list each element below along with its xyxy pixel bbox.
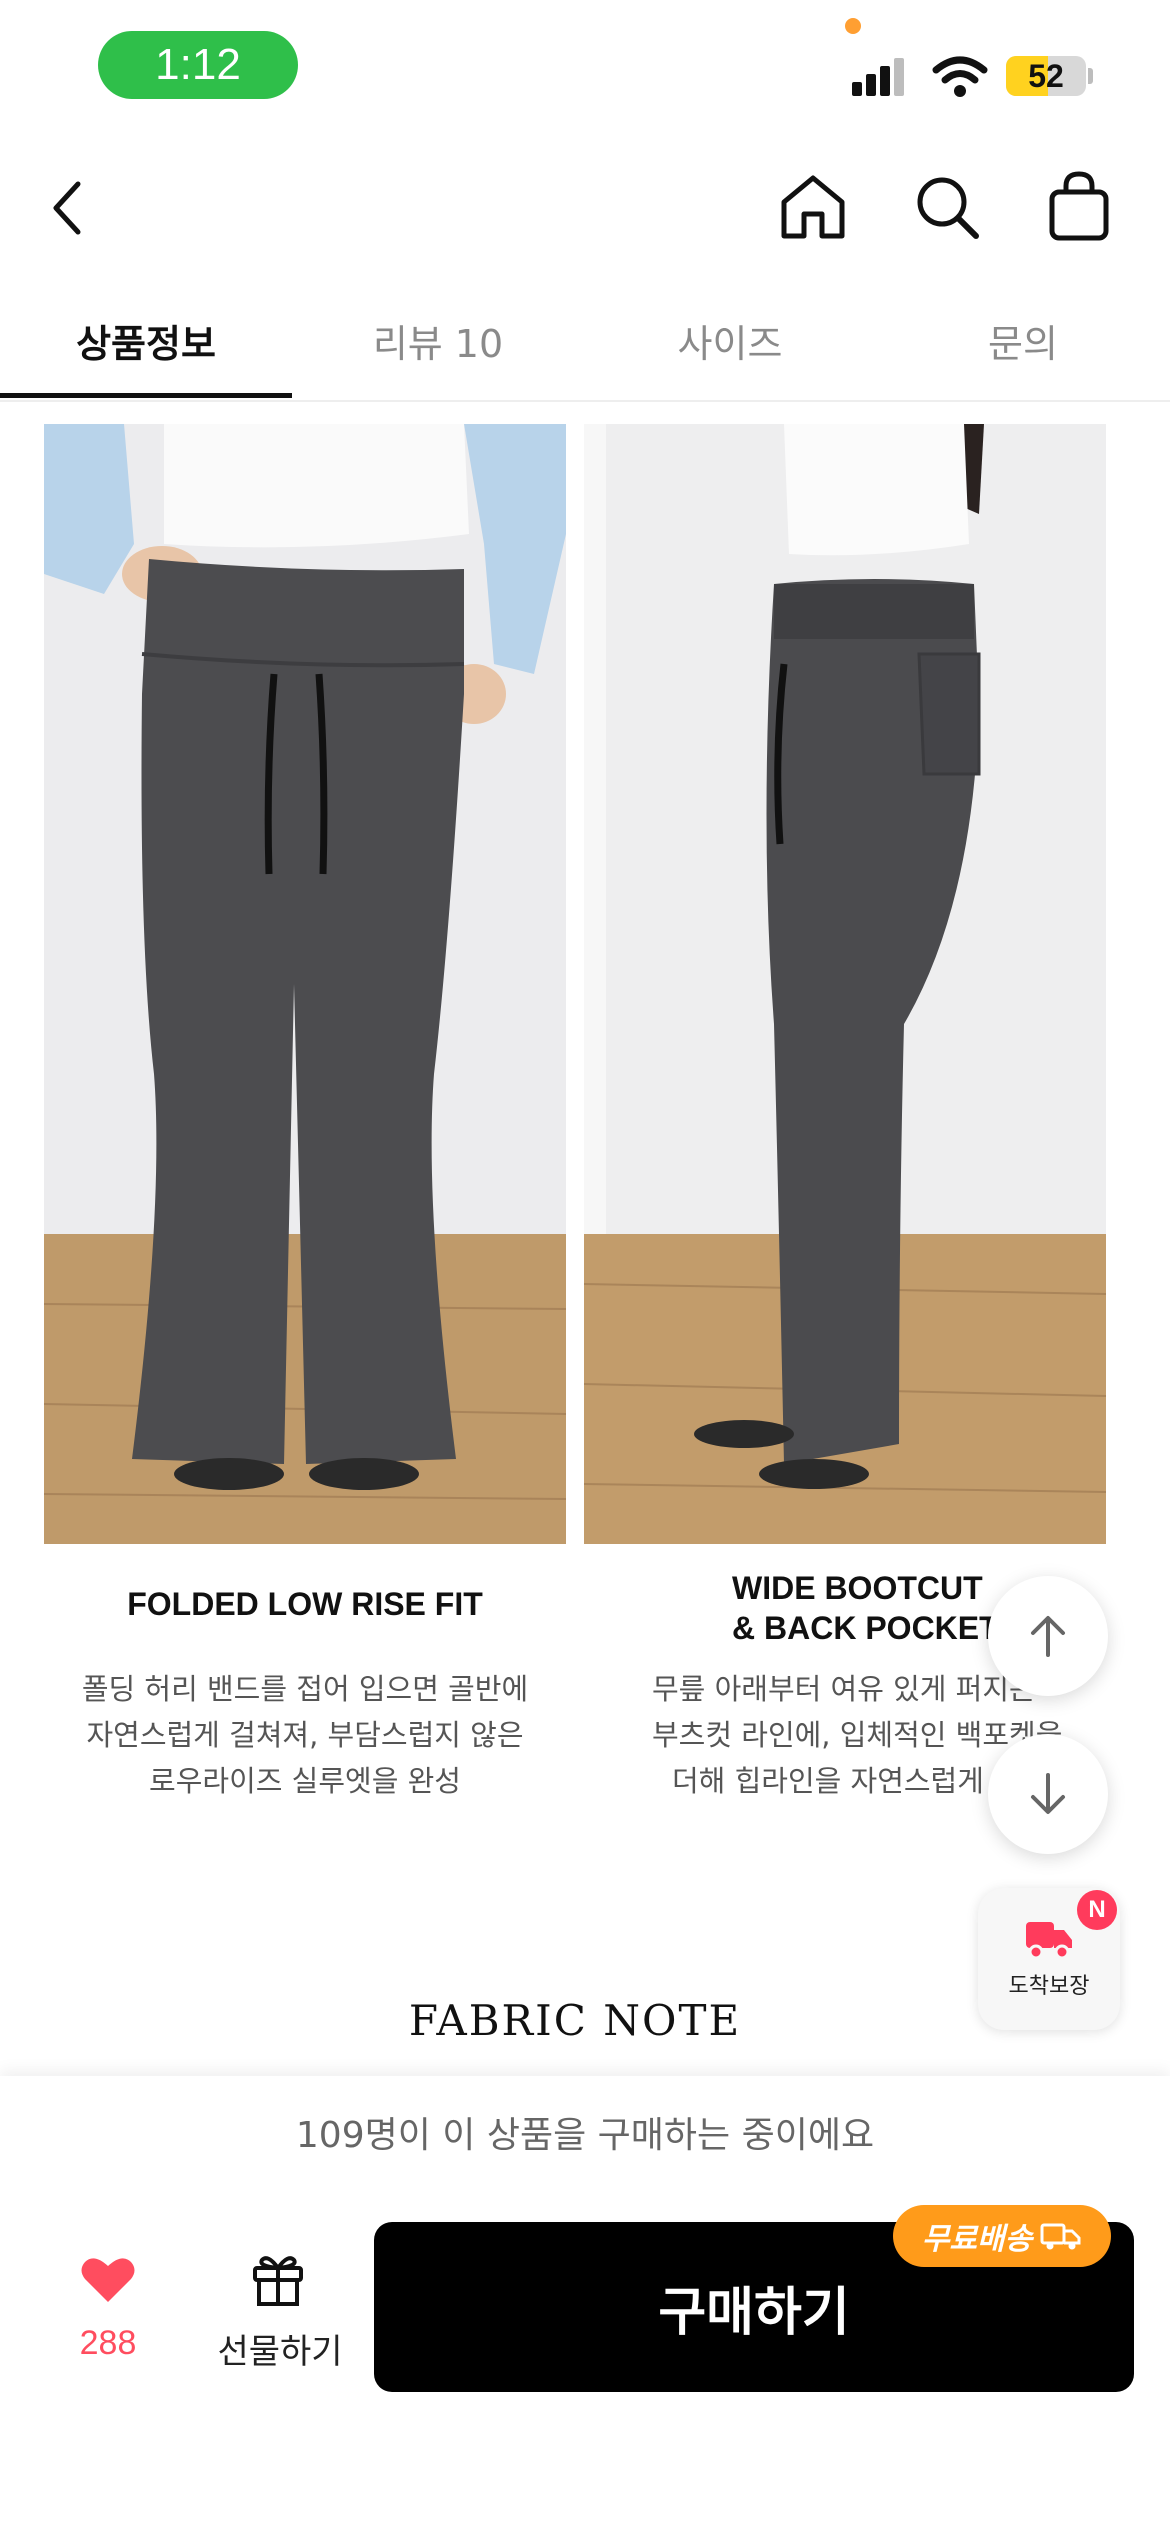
- signal-icon: [852, 58, 904, 96]
- tab-label: 리뷰 10: [372, 321, 504, 366]
- battery-tip: [1088, 68, 1093, 84]
- feature-title-1: FOLDED LOW RISE FIT: [127, 1586, 483, 1622]
- tab-label: 사이즈: [677, 321, 783, 366]
- gift-button-label[interactable]: 선물하기: [205, 2324, 355, 2373]
- like-count: 288: [79, 2324, 137, 2362]
- arrow-down-icon: [1031, 1773, 1065, 1814]
- gift-icon[interactable]: [250, 2252, 306, 2306]
- status-time: 1:12: [98, 31, 298, 99]
- feature-desc-1-line3: 로우라이즈 실루엣을 완성: [149, 1764, 461, 1798]
- new-badge: N: [1077, 1890, 1117, 1930]
- tab-size[interactable]: 사이즈: [584, 300, 876, 380]
- bag-icon[interactable]: [1046, 170, 1112, 242]
- delivery-truck-icon: [1026, 1922, 1072, 1960]
- heart-icon[interactable]: [80, 2254, 136, 2304]
- active-tab-indicator: [0, 393, 292, 398]
- tab-label: 문의: [988, 321, 1058, 366]
- scroll-bottom-button[interactable]: [988, 1734, 1108, 1854]
- buying-now-notice: 109명이 이 상품을 구매하는 중이에요: [295, 2115, 875, 2156]
- feature-desc-2-line1: 무릎 아래부터 여유 있게 퍼지는: [652, 1672, 1036, 1706]
- arrow-up-icon: [1031, 1616, 1065, 1657]
- product-photo-side: [584, 424, 1106, 1544]
- tab-reviews[interactable]: 리뷰 10: [292, 300, 584, 380]
- feature-desc-1-line2: 자연스럽게 걸쳐져, 부담스럽지 않은: [86, 1718, 524, 1752]
- battery-icon: 52: [1006, 56, 1086, 96]
- feature-desc-2-line2: 부츠컷 라인에, 입체적인 백포켓을: [652, 1718, 1063, 1752]
- product-photo-front: [44, 424, 566, 1544]
- home-icon[interactable]: [778, 172, 848, 242]
- wifi-icon: [932, 56, 988, 97]
- back-icon[interactable]: [48, 178, 88, 238]
- tab-divider: [0, 400, 1170, 402]
- tab-product-info[interactable]: 상품정보: [0, 300, 292, 380]
- truck-icon: [1040, 2223, 1081, 2250]
- search-icon[interactable]: [912, 172, 982, 242]
- section-title-fabric-note: FABRIC NOTE: [408, 1996, 742, 2045]
- privacy-indicator-dot: [845, 18, 861, 34]
- free-shipping-label: 무료배송: [921, 2222, 1033, 2257]
- battery-level: 52: [1028, 57, 1064, 94]
- free-shipping-badge: 무료배송: [893, 2205, 1111, 2267]
- feature-desc-2-line3: 더해 힙라인을 자연스럽게: [672, 1764, 984, 1798]
- feature-desc-1-line1: 폴딩 허리 밴드를 접어 입으면 골반에: [81, 1672, 529, 1706]
- scroll-top-button[interactable]: [988, 1576, 1108, 1696]
- tab-label: 상품정보: [76, 321, 216, 366]
- tab-inquiry[interactable]: 문의: [876, 300, 1170, 380]
